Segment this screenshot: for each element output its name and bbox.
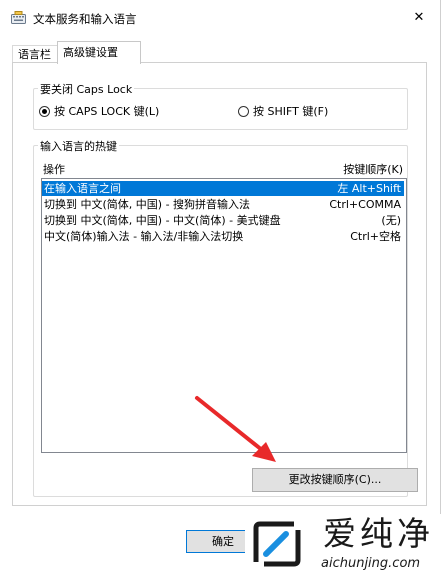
watermark-url: aichunjing.com <box>321 556 421 571</box>
column-header-action: 操作 <box>43 163 65 176</box>
hotkeys-group: 输入语言的热键 操作 按键顺序(K) 在输入语言之间 左 Alt+Shift 切… <box>33 138 418 497</box>
caps-lock-legend: 要关闭 Caps Lock <box>38 81 135 97</box>
column-header-keys: 按键顺序(K) <box>343 163 403 176</box>
keyboard-app-icon <box>11 11 26 24</box>
list-item[interactable]: 切换到 中文(简体, 中国) - 搜狗拼音输入法 Ctrl+COMMA <box>42 197 404 212</box>
radio-checked-icon <box>39 105 50 117</box>
list-item[interactable]: 在输入语言之间 左 Alt+Shift <box>42 181 404 196</box>
tab-language-bar[interactable]: 语言栏 <box>12 45 58 63</box>
list-item[interactable]: 中文(简体)输入法 - 输入法/非输入法切换 Ctrl+空格 <box>42 229 404 244</box>
radio-shift-label: 按 SHIFT 键(F) <box>253 105 329 118</box>
radio-caps-lock-key[interactable]: 按 CAPS LOCK 键(L) <box>39 103 159 119</box>
watermark-title: 爱纯净 <box>323 514 434 553</box>
list-item[interactable]: 切换到 中文(简体, 中国) - 中文(简体) - 美式键盘 (无) <box>42 213 404 228</box>
list-item-keys: Ctrl+COMMA <box>329 198 401 211</box>
tab-advanced-key-settings[interactable]: 高级键设置 <box>57 41 141 64</box>
hotkeys-legend: 输入语言的热键 <box>38 138 119 154</box>
tab-panel: 要关闭 Caps Lock 按 CAPS LOCK 键(L) 按 SHIFT 键… <box>12 62 427 506</box>
hotkey-list[interactable]: 在输入语言之间 左 Alt+Shift 切换到 中文(简体, 中国) - 搜狗拼… <box>41 178 407 453</box>
change-key-sequence-button[interactable]: 更改按键顺序(C)... <box>252 468 418 492</box>
caps-lock-group: 要关闭 Caps Lock 按 CAPS LOCK 键(L) 按 SHIFT 键… <box>33 81 408 130</box>
list-item-keys: 左 Alt+Shift <box>337 182 401 195</box>
dialog-window: 文本服务和输入语言 ✕ 语言栏 高级键设置 要关闭 Caps Lock 按 CA… <box>0 0 441 573</box>
radio-shift-key[interactable]: 按 SHIFT 键(F) <box>238 103 328 119</box>
watermark: 爱纯净 aichunjing.com <box>245 514 445 573</box>
close-icon: ✕ <box>413 9 425 25</box>
title-bar: 文本服务和输入语言 ✕ <box>0 0 440 34</box>
radio-unchecked-icon <box>238 105 249 117</box>
list-item-action: 中文(简体)输入法 - 输入法/非输入法切换 <box>44 230 244 243</box>
list-item-keys: (无) <box>381 214 401 227</box>
list-item-keys: Ctrl+空格 <box>350 230 401 243</box>
close-button[interactable]: ✕ <box>404 4 434 30</box>
list-item-action: 切换到 中文(简体, 中国) - 中文(简体) - 美式键盘 <box>44 214 281 227</box>
list-item-action: 切换到 中文(简体, 中国) - 搜狗拼音输入法 <box>44 198 251 211</box>
watermark-logo-icon <box>253 521 301 567</box>
list-item-action: 在输入语言之间 <box>44 182 121 195</box>
radio-caps-lock-label: 按 CAPS LOCK 键(L) <box>54 105 160 118</box>
window-title: 文本服务和输入语言 <box>33 12 137 26</box>
